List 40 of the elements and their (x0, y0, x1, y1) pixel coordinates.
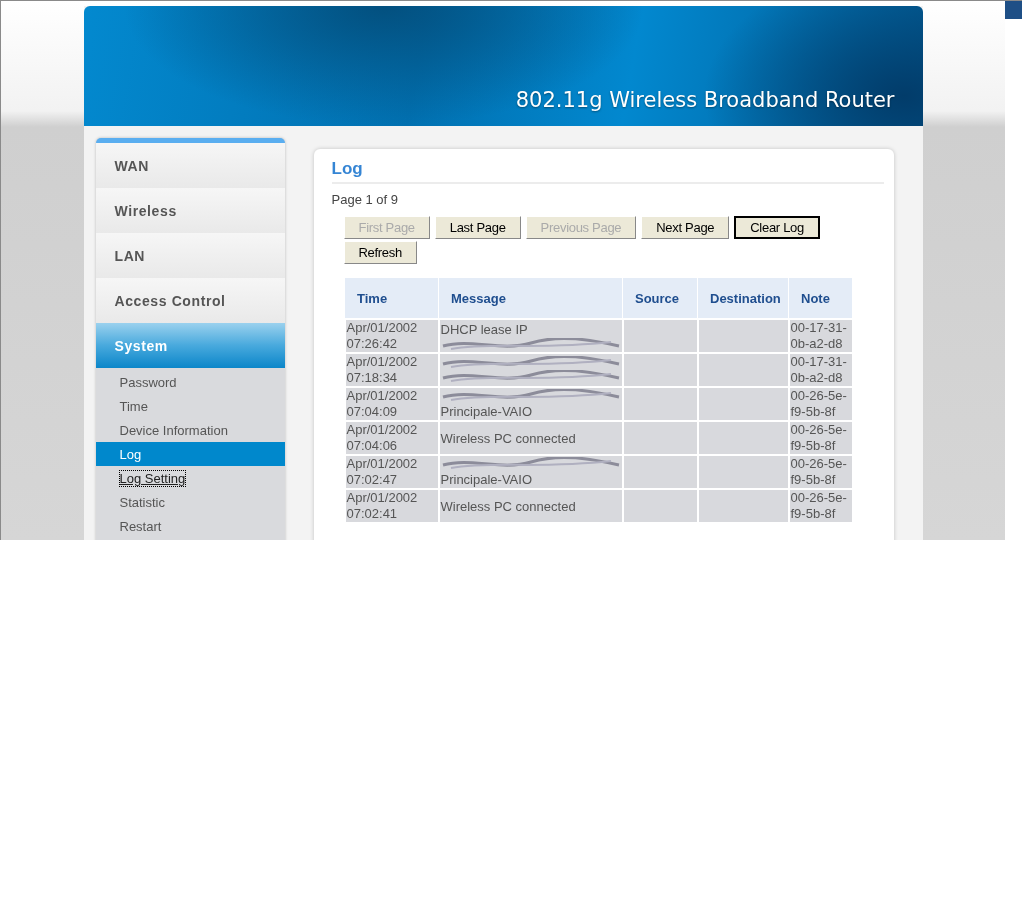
message-text: DHCP lease IP (440, 320, 529, 338)
note-cell: 00-26-5e-f9-5b-8f (788, 455, 853, 489)
note-cell: 00-17-31-0b-a2-d8 (788, 319, 853, 353)
column-header: Time (344, 277, 439, 319)
column-header: Destination (697, 277, 789, 319)
sub-nav-item[interactable]: Log (95, 442, 285, 466)
nav-item[interactable]: LAN (95, 233, 285, 278)
message-text: Principale-VAIO (440, 470, 533, 488)
sub-nav-item[interactable]: Device Information (95, 418, 285, 442)
panel-title: Log (331, 159, 884, 184)
message-text: Wireless PC connected (440, 429, 577, 447)
header-title: 802.11g Wireless Broadband Router (515, 88, 895, 112)
nav-item[interactable]: WAN (95, 143, 285, 188)
nav-item[interactable]: Access Control (95, 278, 285, 323)
time-cell: Apr/01/2002 07:02:41 (344, 489, 439, 523)
time-cell: Apr/01/2002 07:04:09 (344, 387, 439, 421)
note-cell: 00-26-5e-f9-5b-8f (788, 387, 853, 421)
nav-item[interactable]: Wireless (95, 188, 285, 233)
time-cell: Apr/01/2002 07:26:42 (344, 319, 439, 353)
time-cell: Apr/01/2002 07:04:06 (344, 421, 439, 455)
note-cell: 00-26-5e-f9-5b-8f (788, 421, 853, 455)
sub-nav-item[interactable]: Restart (95, 514, 285, 538)
message-text: Principale-VAIO (440, 402, 533, 420)
column-header: Note (788, 277, 853, 319)
page-info: Page 1 of 9 (331, 192, 399, 207)
column-header: Message (438, 277, 623, 319)
sub-nav-item[interactable]: Statistic (95, 490, 285, 514)
sub-nav-item[interactable]: Log Setting (95, 466, 285, 490)
time-cell: Apr/01/2002 07:18:34 (344, 353, 439, 387)
page-button[interactable]: Last Page (434, 216, 521, 239)
page-button[interactable]: Next Page (641, 216, 730, 239)
time-cell: Apr/01/2002 07:02:47 (344, 455, 439, 489)
page-button[interactable]: Refresh (343, 241, 417, 264)
sub-nav-item[interactable]: Password (95, 370, 285, 394)
note-cell: 00-17-31-0b-a2-d8 (788, 353, 853, 387)
note-cell: 00-26-5e-f9-5b-8f (788, 489, 853, 523)
page-button[interactable]: Clear Log (734, 216, 820, 239)
column-header: Source (622, 277, 698, 319)
sub-nav-item[interactable]: Time (95, 394, 285, 418)
message-text: Wireless PC connected (440, 497, 577, 515)
